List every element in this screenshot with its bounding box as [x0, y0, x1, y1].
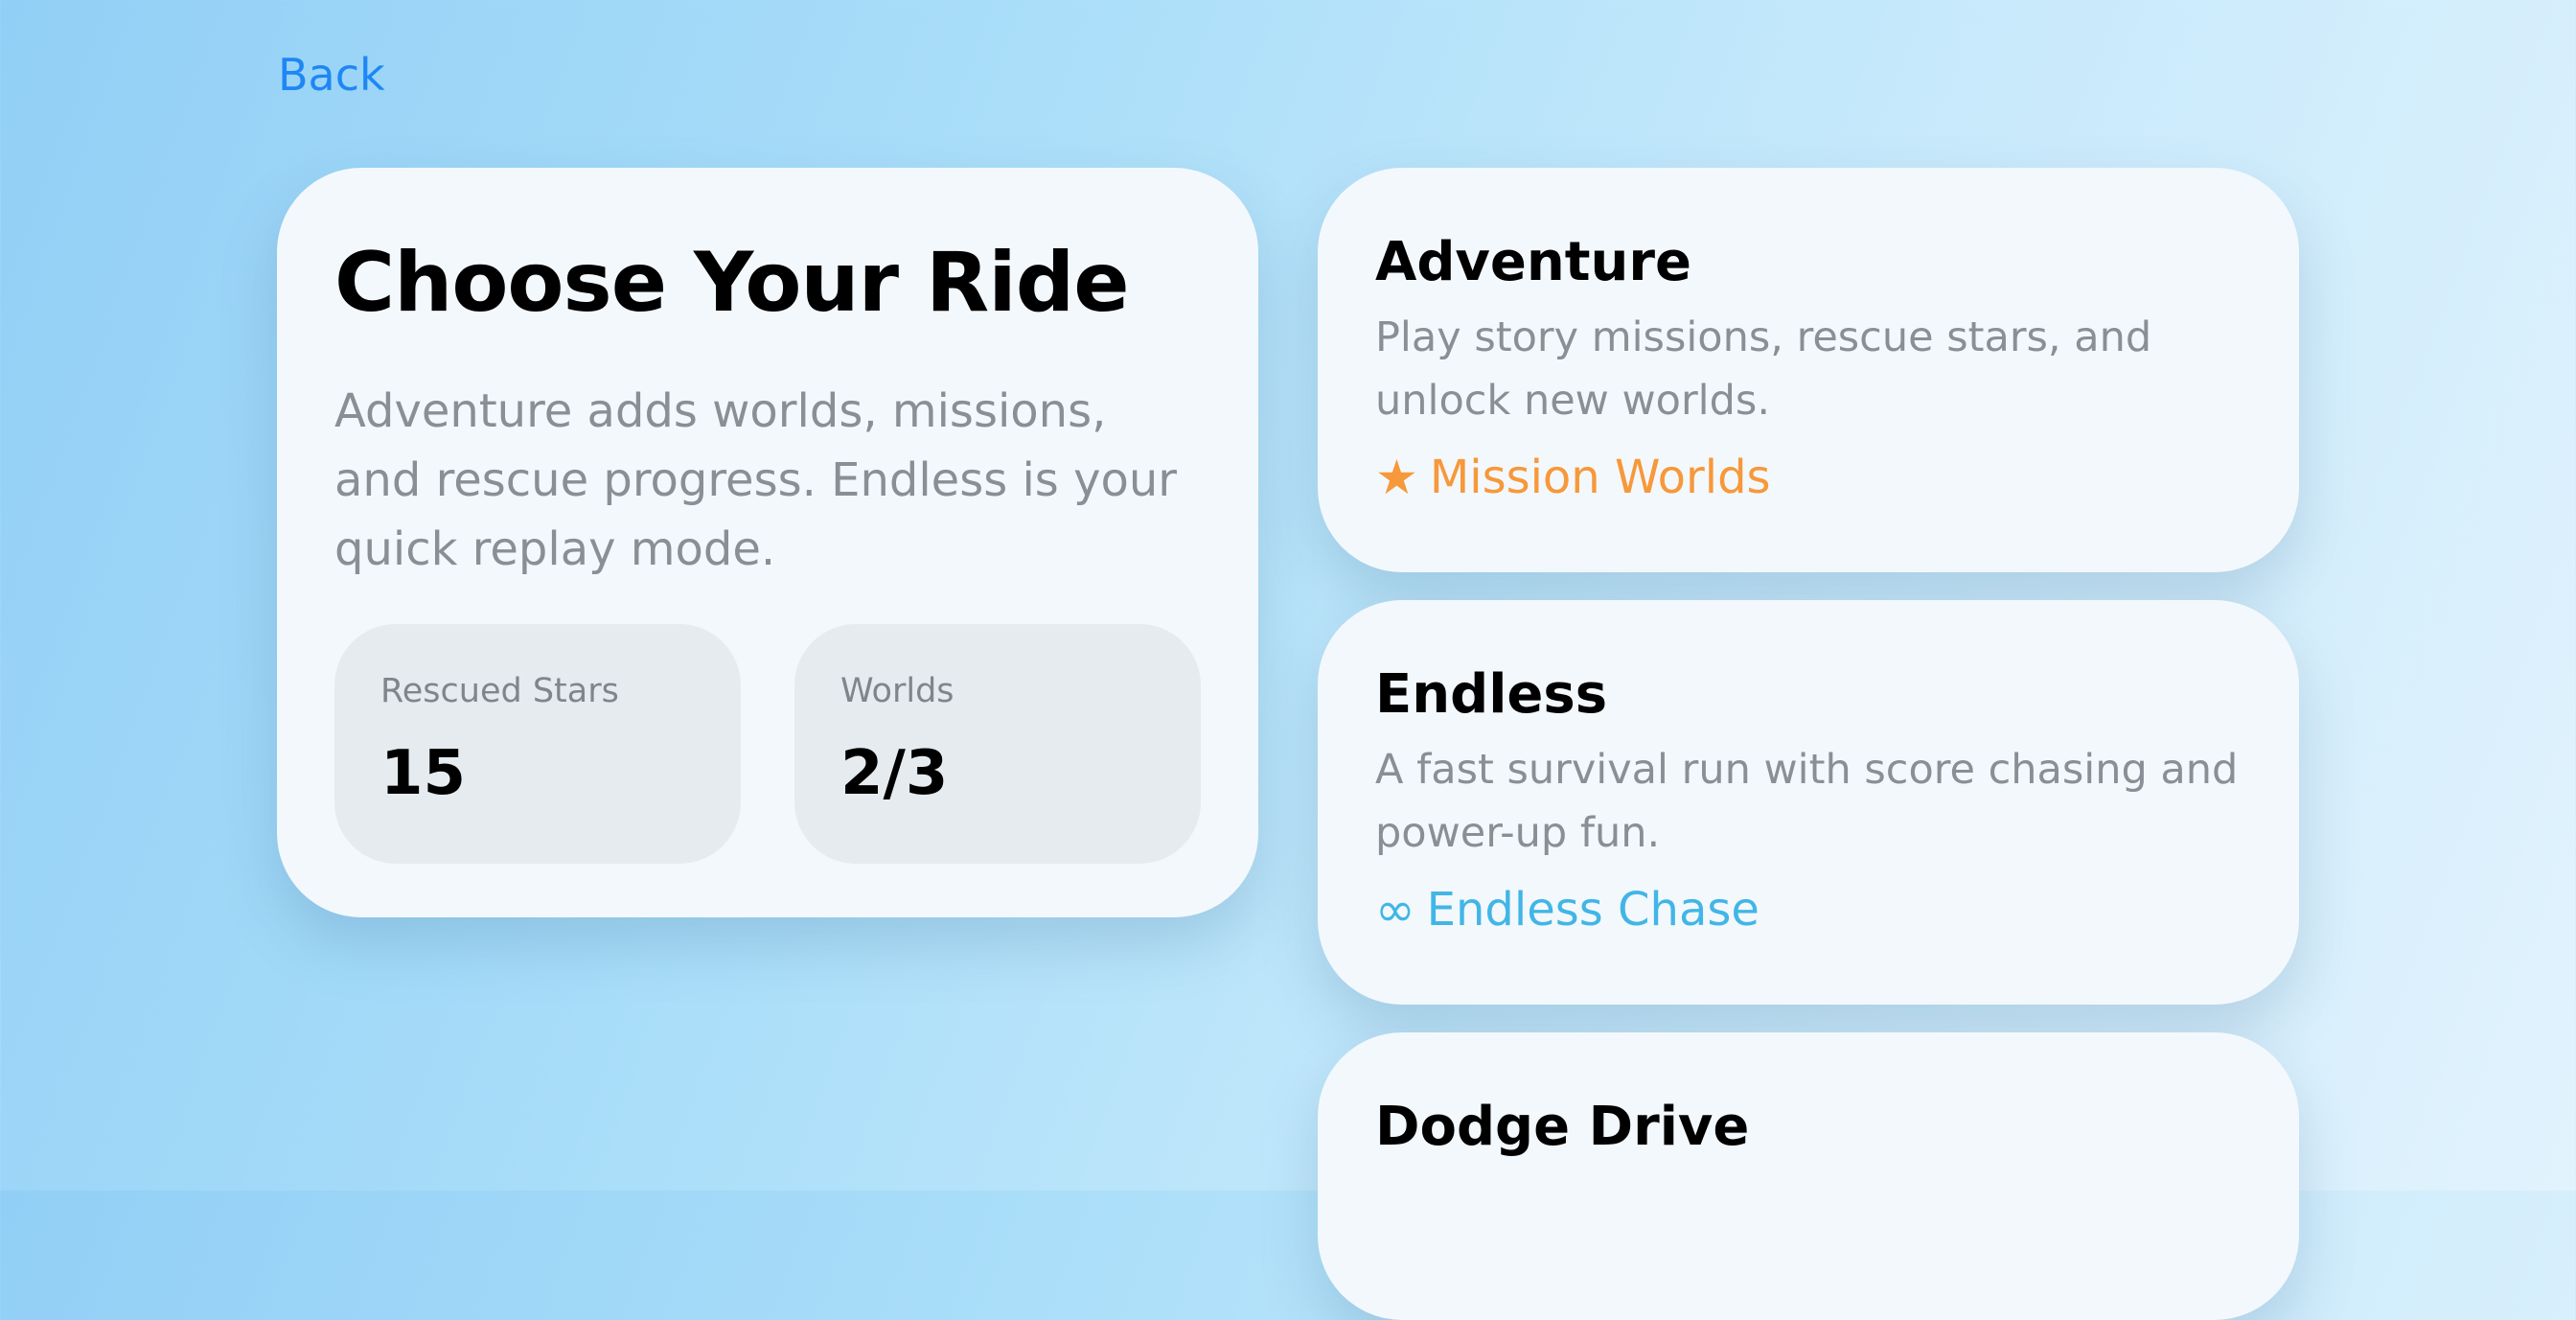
mode-title: Dodge Drive [1375, 1096, 1750, 1158]
stat-worlds: Worlds 2/3 [794, 624, 1201, 864]
stat-label: Rescued Stars [380, 672, 619, 710]
mode-tag: ★ Mission Worlds [1375, 446, 2242, 509]
mode-tag: ∞ Endless Chase [1375, 878, 2242, 941]
mode-card-endless[interactable]: Endless A fast survival run with score c… [1318, 600, 2299, 1005]
intro-card: Choose Your Ride Adventure adds worlds, … [277, 168, 1258, 917]
mode-card-adventure[interactable]: Adventure Play story missions, rescue st… [1318, 168, 2299, 572]
mode-card-dodge-drive[interactable]: Dodge Drive [1318, 1032, 2299, 1320]
mode-title: Adventure [1375, 231, 1692, 293]
infinity-icon: ∞ [1375, 882, 1415, 938]
back-button[interactable]: Back [278, 48, 385, 102]
mode-description: Play story missions, rescue stars, and u… [1375, 313, 2152, 425]
stat-value: 2/3 [840, 738, 949, 809]
mode-description: A fast survival run with score chasing a… [1375, 746, 2239, 857]
stat-label: Worlds [840, 672, 954, 710]
stat-rescued-stars: Rescued Stars 15 [334, 624, 741, 864]
stat-value: 15 [380, 738, 467, 809]
mode-title: Endless [1375, 663, 1608, 726]
mode-tag-label: Mission Worlds [1429, 451, 1771, 504]
page-title: Choose Your Ride [334, 235, 1130, 331]
mode-tag-label: Endless Chase [1426, 883, 1760, 937]
star-icon: ★ [1375, 450, 1418, 505]
stats-row: Rescued Stars 15 Worlds 2/3 [334, 624, 1201, 864]
intro-description: Adventure adds worlds, missions, and res… [334, 384, 1177, 576]
